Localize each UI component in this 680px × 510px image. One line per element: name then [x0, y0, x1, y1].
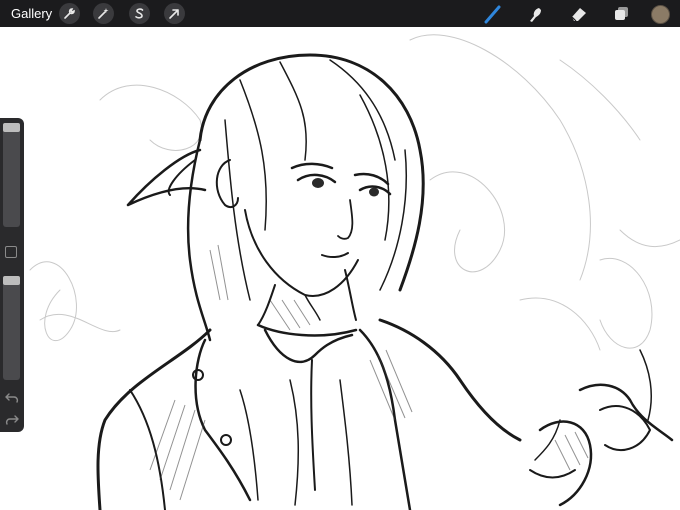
mouth — [321, 252, 349, 259]
face-outline — [244, 209, 359, 297]
flower-sketch — [578, 383, 674, 442]
left-sidebar — [0, 118, 24, 432]
smudge-icon[interactable] — [524, 3, 548, 25]
undo-icon[interactable] — [5, 390, 19, 403]
brush-icon[interactable] — [481, 3, 505, 25]
right-iris — [369, 187, 379, 197]
drawing-canvas[interactable] — [0, 0, 680, 510]
background-sketch-line — [599, 258, 653, 349]
gallery-button[interactable]: Gallery — [11, 6, 52, 21]
background-sketch-line — [409, 34, 591, 281]
shirt-fold — [289, 379, 300, 506]
shading-hatch — [209, 244, 229, 301]
jaw-line — [304, 294, 321, 321]
background-sketch-line — [519, 297, 601, 351]
jacket-button — [220, 434, 232, 446]
selection-s-icon[interactable] — [129, 3, 150, 24]
hair-outline — [186, 138, 212, 342]
hand-outline — [538, 420, 593, 507]
brush-opacity-handle[interactable] — [3, 276, 20, 285]
shirt-fold — [339, 379, 353, 506]
layers-icon[interactable] — [610, 3, 634, 25]
left-eyebrow — [290, 162, 334, 170]
top-toolbar: Gallery — [0, 0, 680, 27]
hair-strand — [329, 59, 396, 161]
jacket-button — [192, 369, 204, 381]
ear — [215, 159, 239, 208]
transform-arrow-icon[interactable] — [164, 3, 185, 24]
shading-hatch — [554, 431, 589, 471]
shading-hatch — [369, 349, 413, 421]
hair-strand — [239, 79, 268, 231]
background-sketch-line — [559, 59, 641, 141]
hair-outline — [198, 53, 425, 292]
jacket-fold — [239, 389, 259, 501]
left-iris — [312, 178, 324, 188]
jacket-outline — [96, 328, 212, 510]
brush-size-handle[interactable] — [3, 123, 20, 132]
hair-strand — [359, 94, 390, 241]
brush-size-slider[interactable] — [3, 123, 20, 227]
modify-button[interactable] — [5, 246, 17, 258]
redo-icon[interactable] — [5, 412, 19, 425]
sleeve-line — [129, 389, 166, 510]
color-swatch[interactable] — [651, 5, 670, 24]
adjustments-magic-wand-icon[interactable] — [93, 3, 114, 24]
hair-strand — [224, 119, 251, 301]
flower-sketch — [639, 349, 653, 421]
flower-sketch — [599, 405, 651, 451]
hand-outline — [529, 469, 576, 479]
shading-hatch — [269, 299, 311, 331]
background-sketch-line — [619, 229, 680, 248]
background-sketch-line — [99, 84, 203, 151]
hair-strand — [379, 149, 408, 291]
jacket-outline — [378, 318, 522, 442]
background-sketch-line — [39, 313, 121, 333]
brush-opacity-slider[interactable] — [3, 276, 20, 380]
collar — [256, 323, 358, 337]
actions-wrench-icon[interactable] — [59, 3, 80, 24]
background-sketch-line — [29, 261, 77, 342]
background-sketch-line — [429, 171, 506, 273]
jacket-lapel — [358, 328, 412, 510]
nose — [337, 199, 354, 240]
shading-hatch — [149, 399, 206, 501]
right-eyebrow — [353, 172, 390, 186]
neck — [344, 269, 357, 321]
hair-strand — [279, 61, 308, 161]
neck — [257, 284, 276, 326]
jacket-lapel — [194, 338, 252, 502]
eraser-icon[interactable] — [567, 3, 591, 25]
shirt-placket — [310, 359, 316, 491]
